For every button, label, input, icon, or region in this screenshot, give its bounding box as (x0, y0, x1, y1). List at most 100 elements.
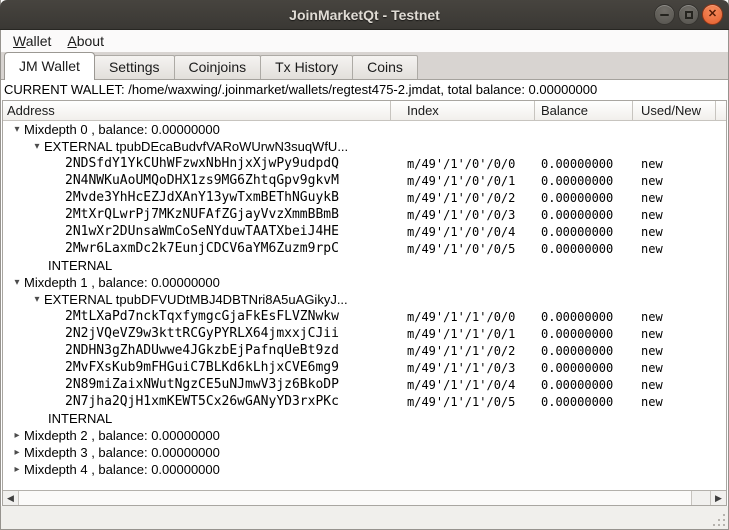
column-header-address[interactable]: Address (3, 101, 391, 120)
index-cell: m/49'/1'/0'/0/1 (391, 174, 535, 188)
tree-row-branch[interactable]: ▾EXTERNAL tpubDEcaBudvfVARoWUrwN3suqWfU.… (3, 138, 726, 155)
column-header-filler (716, 101, 726, 120)
window-title: JoinMarketQt - Testnet (289, 7, 440, 23)
menu-about-rest: bout (77, 33, 104, 49)
wallet-pane: CURRENT WALLET: /home/waxwing/.joinmarke… (1, 80, 728, 506)
expand-icon[interactable]: ▸ (10, 461, 24, 478)
menu-wallet-rest: allet (26, 33, 52, 49)
index-cell: m/49'/1'/1'/0/0 (391, 310, 535, 324)
tree-body: ▾Mixdepth 0 , balance: 0.00000000▾EXTERN… (3, 121, 726, 478)
tree-row-mixdepth[interactable]: ▸Mixdepth 3 , balance: 0.00000000 (3, 444, 726, 461)
tree-label: Mixdepth 2 , balance: 0.00000000 (24, 428, 220, 443)
tree-row-mixdepth[interactable]: ▸Mixdepth 2 , balance: 0.00000000 (3, 427, 726, 444)
address-row[interactable]: 2N2jVQeVZ9w3kttRCGyPYRLX64jmxxjCJiim/49'… (3, 325, 726, 342)
index-cell: m/49'/1'/1'/0/2 (391, 344, 535, 358)
status-bar (1, 506, 728, 529)
scrollbar-thumb[interactable] (19, 491, 692, 505)
index-cell: m/49'/1'/0'/0/3 (391, 208, 535, 222)
address-text: 2N4NWKuAoUMQoDHX1zs9MG6ZhtqGpv9gkvM (65, 173, 339, 188)
tree-row-internal[interactable]: INTERNAL (3, 410, 726, 427)
menu-item-wallet[interactable]: Wallet (5, 32, 59, 50)
collapse-icon[interactable]: ▾ (10, 121, 24, 138)
maximize-button[interactable] (678, 4, 699, 25)
address-row[interactable]: 2MvFXsKub9mFHGuiC7BLKd6kLhjxCVE6mg9m/49'… (3, 359, 726, 376)
tree-header: Address Index Balance Used/New (3, 101, 726, 121)
scroll-right-icon[interactable]: ▶ (710, 491, 726, 505)
scroll-left-icon[interactable]: ◀ (3, 491, 19, 505)
balance-cell: 0.00000000 (535, 191, 633, 205)
expand-icon[interactable]: ▸ (10, 427, 24, 444)
collapse-icon[interactable]: ▾ (30, 138, 44, 155)
balance-cell: 0.00000000 (535, 242, 633, 256)
balance-cell: 0.00000000 (535, 310, 633, 324)
expand-icon[interactable]: ▸ (10, 444, 24, 461)
tab-tx-history[interactable]: Tx History (260, 55, 353, 79)
status-cell: new (633, 157, 726, 171)
address-row[interactable]: 2NDSfdY1YkCUhWFzwxNbHnjxXjwPy9udpdQm/49'… (3, 155, 726, 172)
tab-jm-wallet[interactable]: JM Wallet (4, 52, 95, 80)
balance-cell: 0.00000000 (535, 157, 633, 171)
tab-coinjoins[interactable]: Coinjoins (174, 55, 262, 79)
tree-row-mixdepth[interactable]: ▸Mixdepth 4 , balance: 0.00000000 (3, 461, 726, 478)
menu-bar: Wallet About (1, 30, 728, 52)
address-row[interactable]: 2MtXrQLwrPj7MKzNUFAfZGjayVvzXmmBBmBm/49'… (3, 206, 726, 223)
balance-cell: 0.00000000 (535, 225, 633, 239)
index-cell: m/49'/1'/0'/0/2 (391, 191, 535, 205)
window-controls: ✕ (654, 4, 723, 25)
app-window: JoinMarketQt - Testnet ✕ Wallet About JM… (0, 0, 729, 530)
title-bar: JoinMarketQt - Testnet ✕ (0, 0, 729, 30)
address-row[interactable]: 2N4NWKuAoUMQoDHX1zs9MG6ZhtqGpv9gkvM m/49'… (3, 172, 726, 189)
minimize-icon (660, 14, 669, 16)
collapse-icon[interactable]: ▾ (10, 274, 24, 291)
tree-label: Mixdepth 4 , balance: 0.00000000 (24, 462, 220, 477)
menu-item-about[interactable]: About (59, 32, 112, 50)
balance-cell: 0.00000000 (535, 361, 633, 375)
tab-coins[interactable]: Coins (352, 55, 418, 79)
tab-settings[interactable]: Settings (94, 55, 175, 79)
status-cell: new (633, 395, 726, 409)
status-cell: new (633, 344, 726, 358)
wallet-tree: Address Index Balance Used/New ▾Mixdepth… (2, 100, 727, 506)
collapse-icon[interactable]: ▾ (30, 291, 44, 308)
address-row[interactable]: 2N89miZaixNWutNgzCE5uNJmwV3jz6BkoDP m/49'… (3, 376, 726, 393)
tree-row-internal[interactable]: INTERNAL (3, 257, 726, 274)
address-row[interactable]: 2Mwr6LaxmDc2k7EunjCDCV6aYM6Zuzm9rpCm/49'… (3, 240, 726, 257)
tree-label: EXTERNAL tpubDFVUDtMBJ4DBTNri8A5uAGikyJ.… (44, 292, 348, 307)
address-row[interactable]: 2NDHN3gZhADUwwe4JGkzbEjPafnqUeBt9zd m/49'… (3, 342, 726, 359)
index-cell: m/49'/1'/0'/0/4 (391, 225, 535, 239)
address-row[interactable]: 2N7jha2QjH1xmKEWT5Cx26wGANyYD3rxPKcm/49'… (3, 393, 726, 410)
address-text: 2NDHN3gZhADUwwe4JGkzbEjPafnqUeBt9zd (65, 343, 339, 358)
scrollbar-track[interactable] (692, 491, 710, 505)
status-cell: new (633, 242, 726, 256)
address-row[interactable]: 2MtLXaPd7nckTqxfymgcGjaFkEsFLVZNwkw m/49'… (3, 308, 726, 325)
menu-about-accel: A (67, 33, 76, 49)
address-row[interactable]: 2Mvde3YhHcEZJdXAnY13ywTxmBEThNGuykB m/49'… (3, 189, 726, 206)
address-text: 2N1wXr2DUnsaWmCoSeNYduwTAATXbeiJ4HE (65, 224, 339, 239)
tree-row-mixdepth[interactable]: ▾Mixdepth 0 , balance: 0.00000000 (3, 121, 726, 138)
address-text: 2NDSfdY1YkCUhWFzwxNbHnjxXjwPy9udpdQ (65, 156, 339, 171)
address-text: 2Mvde3YhHcEZJdXAnY13ywTxmBEThNGuykB (65, 190, 339, 205)
horizontal-scrollbar[interactable]: ◀ ▶ (3, 490, 726, 505)
column-header-index[interactable]: Index (391, 101, 535, 120)
address-text: 2N89miZaixNWutNgzCE5uNJmwV3jz6BkoDP (65, 377, 339, 392)
address-row[interactable]: 2N1wXr2DUnsaWmCoSeNYduwTAATXbeiJ4HE m/49'… (3, 223, 726, 240)
tree-row-branch[interactable]: ▾EXTERNAL tpubDFVUDtMBJ4DBTNri8A5uAGikyJ… (3, 291, 726, 308)
address-text: 2Mwr6LaxmDc2k7EunjCDCV6aYM6Zuzm9rpC (65, 241, 339, 256)
status-cell: new (633, 361, 726, 375)
column-header-used-new[interactable]: Used/New (633, 101, 716, 120)
column-header-balance[interactable]: Balance (535, 101, 633, 120)
address-text: 2MtLXaPd7nckTqxfymgcGjaFkEsFLVZNwkw (65, 309, 339, 324)
balance-cell: 0.00000000 (535, 208, 633, 222)
address-text: 2N7jha2QjH1xmKEWT5Cx26wGANyYD3rxPKc (65, 394, 339, 409)
balance-cell: 0.00000000 (535, 327, 633, 341)
close-button[interactable]: ✕ (702, 4, 723, 25)
address-text: 2MvFXsKub9mFHGuiC7BLKd6kLhjxCVE6mg9 (65, 360, 339, 375)
menu-wallet-accel: W (13, 33, 26, 49)
minimize-button[interactable] (654, 4, 675, 25)
tree-label: INTERNAL (48, 258, 112, 273)
tree-row-mixdepth[interactable]: ▾Mixdepth 1 , balance: 0.00000000 (3, 274, 726, 291)
index-cell: m/49'/1'/1'/0/4 (391, 378, 535, 392)
resize-grip-icon[interactable] (712, 513, 725, 526)
tree-label: Mixdepth 0 , balance: 0.00000000 (24, 122, 220, 137)
tree-empty-area (3, 478, 726, 490)
